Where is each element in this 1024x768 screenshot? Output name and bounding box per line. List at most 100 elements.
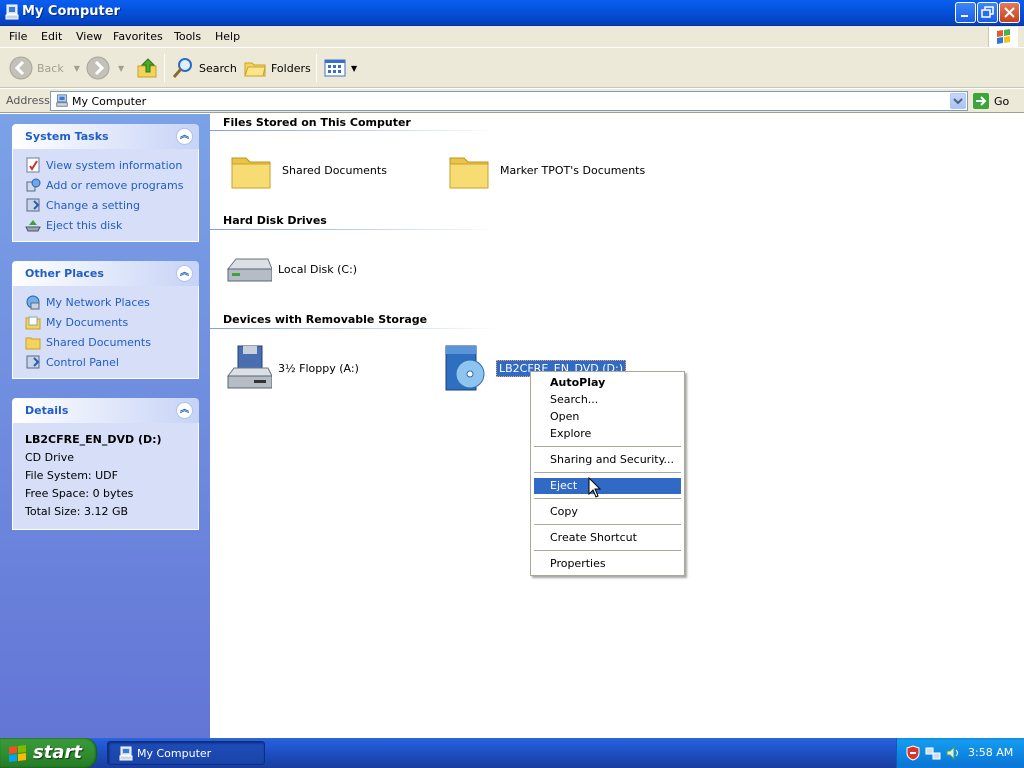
views-dropdown-icon: ▼ xyxy=(351,63,358,73)
task-eject-disk[interactable]: Eject this disk xyxy=(13,215,198,235)
my-computer-icon xyxy=(119,746,133,761)
place-control-panel[interactable]: Control Panel xyxy=(13,352,198,372)
menu-item-open[interactable]: Open xyxy=(534,409,681,425)
collapse-icon[interactable]: ︽ xyxy=(176,402,193,419)
collapse-icon[interactable]: ︽ xyxy=(176,265,193,282)
clock[interactable]: 3:58 AM xyxy=(968,746,1013,759)
system-info-icon xyxy=(26,157,40,173)
toolbar-separator xyxy=(316,54,317,82)
task-label: Eject this disk xyxy=(46,218,123,232)
system-tray: 3:58 AM xyxy=(896,738,1024,768)
other-places-header[interactable]: Other Places ︽ xyxy=(12,261,199,286)
volume-icon[interactable] xyxy=(945,745,961,761)
address-field[interactable]: My Computer xyxy=(50,91,968,111)
mouse-cursor-icon xyxy=(588,477,602,498)
my-computer-icon xyxy=(5,4,19,20)
minimize-button[interactable] xyxy=(955,2,976,23)
security-shield-icon[interactable] xyxy=(905,745,921,761)
search-button[interactable]: Search xyxy=(171,54,237,82)
menu-item-properties[interactable]: Properties xyxy=(534,556,681,572)
details-header[interactable]: Details ︽ xyxy=(12,398,199,423)
place-shared-documents[interactable]: Shared Documents xyxy=(13,332,198,352)
close-button[interactable] xyxy=(999,2,1020,23)
details-total-size: Total Size: 3.12 GB xyxy=(25,505,129,518)
place-my-documents[interactable]: My Documents xyxy=(13,312,198,332)
taskbar-my-computer[interactable]: My Computer xyxy=(107,741,265,765)
folders-label: Folders xyxy=(271,61,311,75)
go-arrow-icon xyxy=(973,93,989,109)
menu-item-copy[interactable]: Copy xyxy=(534,504,681,520)
start-button[interactable]: start xyxy=(0,738,97,768)
back-label: Back xyxy=(37,61,64,75)
toolbar-separator xyxy=(164,54,165,82)
forward-arrow-icon xyxy=(86,56,110,80)
toolbar: Back ▼ ▼ Search Folders ▼ xyxy=(0,48,1024,88)
system-tasks-panel: System Tasks ︽ View system information A… xyxy=(12,124,199,242)
floppy-drive-icon xyxy=(227,345,272,389)
forward-button[interactable]: ▼ xyxy=(86,54,124,82)
address-value: My Computer xyxy=(72,95,147,108)
folder-icon xyxy=(231,157,271,189)
details-file-system: File System: UDF xyxy=(25,469,118,482)
menu-separator xyxy=(534,498,681,499)
windows-flag-icon xyxy=(9,745,26,762)
title-bar[interactable]: My Computer xyxy=(0,0,1024,26)
group-hard-disk-drives: Hard Disk Drives xyxy=(223,214,327,227)
window-title: My Computer xyxy=(22,4,120,19)
address-label: Address xyxy=(6,94,50,107)
menu-item-autoplay[interactable]: AutoPlay xyxy=(534,375,681,391)
collapse-icon[interactable]: ︽ xyxy=(176,128,193,145)
task-change-setting[interactable]: Change a setting xyxy=(13,195,198,215)
menu-file[interactable]: File xyxy=(9,30,27,43)
folders-button[interactable]: Folders xyxy=(243,54,311,82)
back-button[interactable]: Back ▼ xyxy=(9,54,80,82)
details-title: Details xyxy=(25,404,69,417)
task-pane: System Tasks ︽ View system information A… xyxy=(0,114,210,738)
place-label: Shared Documents xyxy=(46,335,151,349)
minimize-icon xyxy=(961,15,968,17)
up-folder-icon xyxy=(137,58,157,78)
forward-dropdown-icon[interactable]: ▼ xyxy=(118,64,124,73)
eject-icon xyxy=(25,220,41,232)
item-marker-documents[interactable]: Marker TPOT's Documents xyxy=(446,146,645,194)
views-icon xyxy=(324,59,346,77)
restore-button[interactable] xyxy=(977,2,998,23)
go-label: Go xyxy=(994,94,1010,108)
task-add-remove-programs[interactable]: Add or remove programs xyxy=(13,175,198,195)
go-button[interactable]: Go xyxy=(972,92,1009,110)
menu-view[interactable]: View xyxy=(76,30,102,43)
menu-item-eject[interactable]: Eject xyxy=(534,478,681,494)
control-panel-icon xyxy=(26,355,40,369)
address-dropdown-button[interactable] xyxy=(950,93,966,109)
hard-disk-icon xyxy=(226,258,272,282)
menu-help[interactable]: Help xyxy=(215,30,240,43)
task-view-system-information[interactable]: View system information xyxy=(13,155,198,175)
menu-item-explore[interactable]: Explore xyxy=(534,426,681,442)
menu-separator xyxy=(534,550,681,551)
menu-item-sharing-security[interactable]: Sharing and Security... xyxy=(534,452,681,468)
item-shared-documents[interactable]: Shared Documents xyxy=(228,146,387,194)
up-folder-button[interactable] xyxy=(135,54,159,82)
add-remove-programs-icon xyxy=(26,178,41,192)
views-button[interactable]: ▼ xyxy=(323,54,357,82)
group-divider xyxy=(210,328,500,329)
menu-item-create-shortcut[interactable]: Create Shortcut xyxy=(534,530,681,546)
item-local-disk-c[interactable]: Local Disk (C:) xyxy=(224,245,357,293)
item-label: Local Disk (C:) xyxy=(278,262,358,276)
system-tasks-header[interactable]: System Tasks ︽ xyxy=(12,124,199,149)
close-icon xyxy=(1004,7,1015,18)
windows-logo-icon xyxy=(988,27,1018,47)
group-removable-storage: Devices with Removable Storage xyxy=(223,313,428,326)
network-icon[interactable] xyxy=(925,745,941,761)
menu-item-search[interactable]: Search... xyxy=(534,392,681,408)
menu-favorites[interactable]: Favorites xyxy=(113,30,163,43)
back-dropdown-icon[interactable]: ▼ xyxy=(74,64,80,73)
menu-tools[interactable]: Tools xyxy=(174,30,201,43)
menu-edit[interactable]: Edit xyxy=(41,30,62,43)
place-my-network-places[interactable]: My Network Places xyxy=(13,292,198,312)
taskbar-task-label: My Computer xyxy=(137,747,212,760)
control-panel-icon xyxy=(26,198,40,212)
item-label: Shared Documents xyxy=(282,163,387,177)
search-icon xyxy=(172,58,192,78)
item-floppy-a[interactable]: 3½ Floppy (A:) xyxy=(224,344,359,392)
